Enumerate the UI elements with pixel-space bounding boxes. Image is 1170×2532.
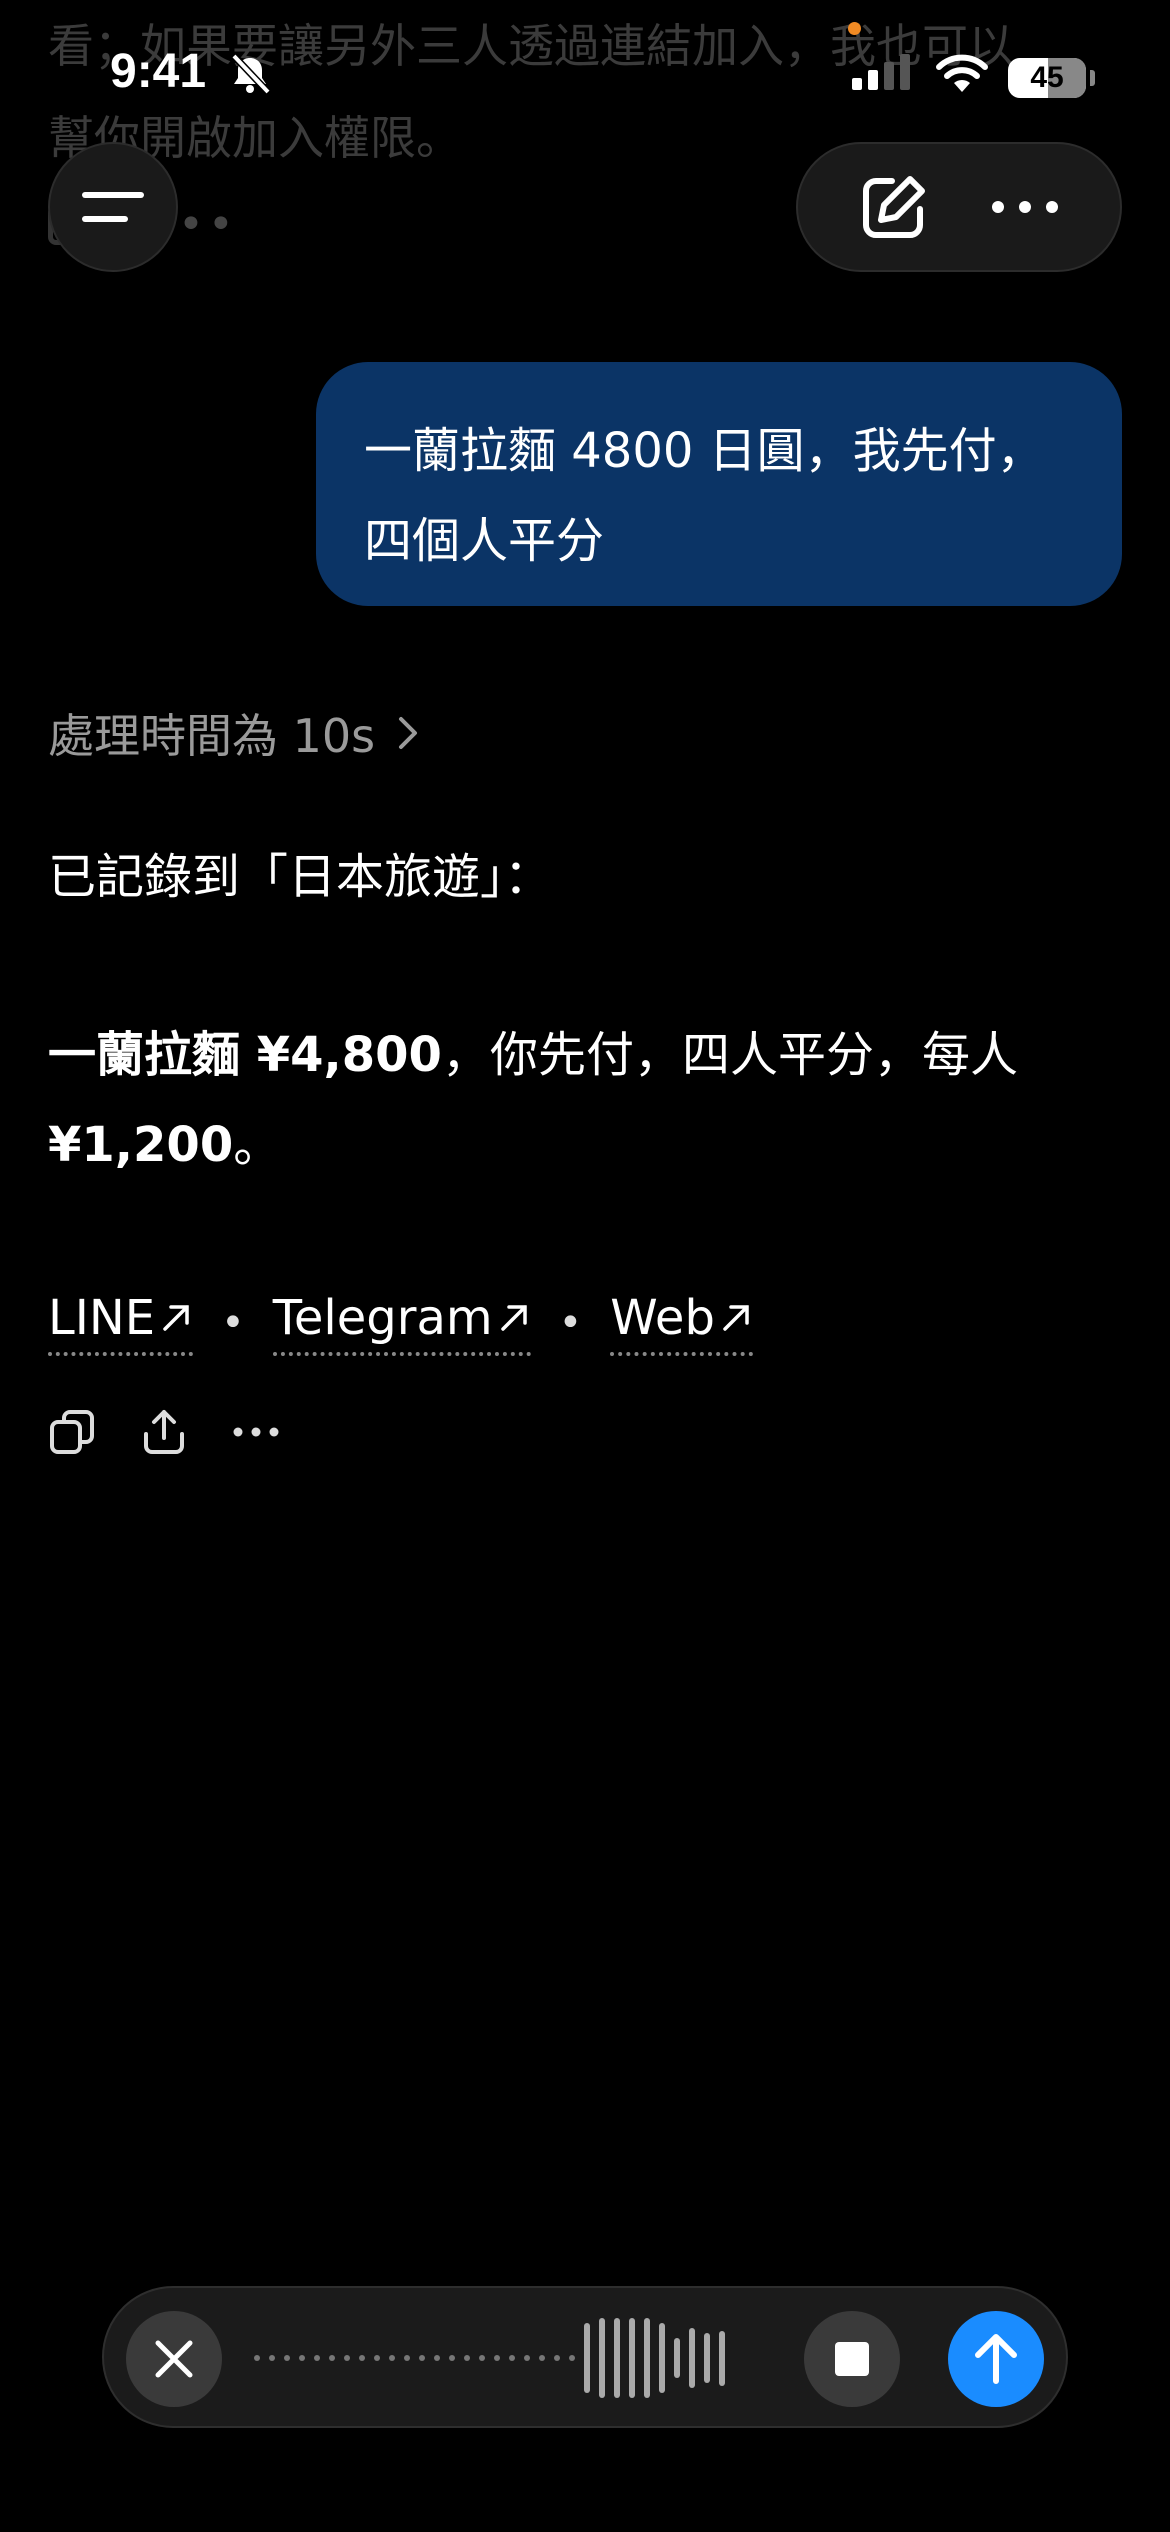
link-separator: • (558, 1300, 583, 1346)
waveform-dot (554, 2355, 560, 2361)
send-arrow-icon (975, 2334, 1017, 2384)
waveform-icon (254, 2308, 725, 2408)
cancel-voice-button[interactable] (126, 2311, 222, 2407)
waveform-dot (359, 2355, 365, 2361)
stop-recording-button[interactable] (804, 2311, 900, 2407)
link-separator: • (221, 1300, 245, 1346)
wifi-icon (936, 54, 988, 92)
waveform-dot (284, 2355, 290, 2361)
user-message-bubble[interactable]: 一蘭拉麵 4800 日圓，我先付，四個人平分 (316, 362, 1122, 606)
battery-icon: 45 (1008, 58, 1086, 98)
waveform-dot (509, 2355, 515, 2361)
bell-slash-icon (231, 53, 271, 95)
send-button[interactable] (948, 2311, 1044, 2407)
waveform-bar (629, 2318, 635, 2398)
waveform-dot (404, 2355, 410, 2361)
waveform-dot (314, 2355, 320, 2361)
link-web-label: Web (610, 1290, 715, 1346)
external-arrow-icon (723, 1305, 749, 1331)
privacy-indicator-dot (848, 22, 861, 35)
link-line[interactable]: LINE (48, 1290, 194, 1356)
link-telegram-label: Telegram (272, 1290, 493, 1346)
waveform-dot (299, 2355, 305, 2361)
waveform-bar (644, 2318, 650, 2398)
waveform-dot (464, 2355, 470, 2361)
chat-screen: 看；如果要讓另外三人透過連結加入，我也可以 幫你開啟加入權限。 ••• 9:41… (0, 0, 1170, 2532)
waveform-dot (434, 2355, 440, 2361)
voice-composer (102, 2286, 1068, 2428)
waveform-bar (719, 2330, 725, 2386)
waveform-dot (374, 2355, 380, 2361)
battery-level: 45 (1030, 61, 1064, 94)
per-person-amount: ¥1,200 (48, 1117, 234, 1173)
menu-icon (82, 192, 144, 222)
waveform-dot (419, 2355, 425, 2361)
waveform-dot (329, 2355, 335, 2361)
waveform-dot (254, 2355, 260, 2361)
expense-item: 一蘭拉麵 ¥4,800 (48, 1027, 442, 1083)
assistant-expense-summary: 一蘭拉麵 ¥4,800，你先付，四人平分，每人 ¥1,200。 (48, 1010, 1128, 1190)
chevron-right-icon (399, 717, 418, 749)
waveform-dot (389, 2355, 395, 2361)
stop-icon (835, 2342, 869, 2376)
waveform-dot (569, 2355, 575, 2361)
status-time: 9:41 (110, 45, 207, 98)
waveform-dot (524, 2355, 530, 2361)
waveform-dot (269, 2355, 275, 2361)
waveform-dot (494, 2355, 500, 2361)
expense-detail: ，你先付，四人平分，每人 (441, 1027, 1018, 1083)
waveform-bar (689, 2328, 695, 2388)
waveform-bar (674, 2338, 680, 2378)
waveform-dot (539, 2355, 545, 2361)
battery-tip (1090, 70, 1095, 86)
assistant-recorded-to: 已記錄到「日本旅遊」： (48, 849, 553, 905)
share-links: LINE • Telegram • Web (48, 1290, 753, 1356)
waveform-bar (659, 2323, 665, 2393)
more-icon[interactable] (990, 197, 1060, 217)
waveform-bar (599, 2318, 605, 2398)
header-actions (796, 142, 1122, 272)
more-icon[interactable] (232, 1424, 280, 1440)
share-icon[interactable] (140, 1408, 188, 1456)
waveform-bar (704, 2333, 710, 2383)
per-person-end: 。 (233, 1117, 282, 1173)
external-arrow-icon (500, 1305, 527, 1331)
close-icon (155, 2340, 193, 2378)
processing-time-toggle[interactable]: 處理時間為 10s (48, 700, 419, 766)
processing-time-label: 處理時間為 10s (48, 709, 376, 763)
link-web[interactable]: Web (610, 1290, 753, 1356)
new-chat-icon[interactable] (858, 171, 930, 243)
link-telegram[interactable]: Telegram (272, 1290, 531, 1356)
external-arrow-icon (163, 1305, 189, 1331)
cellular-signal-icon (852, 54, 910, 90)
waveform-bar (584, 2323, 590, 2393)
waveform-dot (449, 2355, 455, 2361)
waveform-bar (614, 2318, 620, 2398)
waveform-dot (344, 2355, 350, 2361)
message-actions (48, 1408, 280, 1456)
menu-button[interactable] (48, 142, 178, 272)
copy-icon[interactable] (48, 1408, 96, 1456)
waveform-dot (479, 2355, 485, 2361)
link-line-label: LINE (48, 1290, 156, 1346)
